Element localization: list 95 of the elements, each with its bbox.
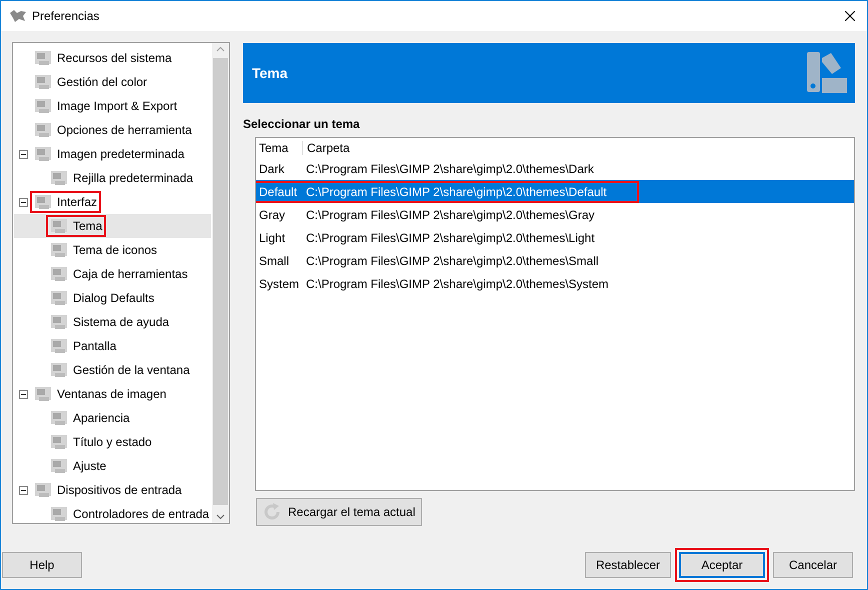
category-icon bbox=[33, 96, 53, 116]
item-label: Image Import & Export bbox=[57, 99, 178, 113]
table-cell-text: Light bbox=[259, 230, 286, 244]
item-label: Imagen predeterminada bbox=[57, 147, 184, 161]
category-icon bbox=[49, 408, 69, 428]
item-label: Pantalla bbox=[73, 339, 116, 353]
tree-row[interactable]: Recursos del sistema bbox=[14, 46, 211, 70]
section-label: Seleccionar un tema bbox=[243, 117, 361, 131]
item-label: Título y estado bbox=[73, 435, 152, 449]
category-icon bbox=[49, 168, 69, 188]
table-cell: C:\Program Files\GIMP 2\share\gimp\2.0\themes\Default bbox=[306, 184, 607, 198]
collapse-toggle[interactable] bbox=[19, 486, 28, 494]
table-cell-text: System bbox=[259, 276, 300, 290]
tree-row[interactable]: Controladores de entrada bbox=[14, 502, 211, 523]
dialog-button[interactable]: Restablecer bbox=[584, 552, 671, 578]
item-label: Tema de iconos bbox=[73, 243, 158, 257]
tree-row[interactable]: Dialog Defaults bbox=[14, 286, 211, 310]
item-label: Apariencia bbox=[73, 411, 130, 425]
tree-row[interactable]: Tema de iconos bbox=[14, 238, 211, 262]
reload-icon bbox=[262, 502, 282, 522]
category-icon bbox=[33, 144, 53, 164]
window-title: Preferencias bbox=[32, 9, 100, 23]
table-row[interactable]: Gray C:\Program Files\GIMP 2\share\gimp\2.0\themes\Gray bbox=[256, 203, 854, 226]
tree-row[interactable]: Sistema de ayuda bbox=[14, 310, 211, 334]
collapse-toggle[interactable] bbox=[19, 150, 28, 158]
table-cell: C:\Program Files\GIMP 2\share\gimp\2.0\themes\System bbox=[306, 276, 609, 290]
table-cell-text: Dark bbox=[259, 162, 286, 176]
category-icon bbox=[33, 384, 53, 404]
category-icon bbox=[49, 336, 69, 356]
dialog-button[interactable]: Aceptar bbox=[679, 552, 765, 578]
tree-row[interactable]: Imagen predeterminada bbox=[14, 142, 211, 166]
category-icon bbox=[49, 288, 69, 308]
collapse-toggle[interactable] bbox=[19, 390, 28, 398]
item-label: Dispositivos de entrada bbox=[57, 483, 182, 497]
category-icon bbox=[33, 72, 53, 92]
item-label: Interfaz bbox=[57, 195, 98, 209]
swatch-icon bbox=[805, 50, 849, 96]
category-icon bbox=[33, 192, 53, 212]
table-cell-text: Default bbox=[259, 184, 298, 198]
item-label: Ajuste bbox=[73, 459, 106, 473]
tree-row[interactable]: Opciones de herramienta bbox=[14, 118, 211, 142]
panel-title: Tema bbox=[252, 65, 288, 81]
item-label: Sistema de ayuda bbox=[73, 315, 170, 329]
tree-row[interactable]: Image Import & Export bbox=[14, 94, 211, 118]
tree-row[interactable]: Gestión del color bbox=[14, 70, 211, 94]
collapse-toggle[interactable] bbox=[19, 198, 28, 206]
category-icon bbox=[33, 48, 53, 68]
tree-row[interactable]: Gestión de la ventana bbox=[14, 358, 211, 382]
table-cell: C:\Program Files\GIMP 2\share\gimp\2.0\themes\Small bbox=[306, 254, 599, 268]
category-icon bbox=[49, 312, 69, 332]
table-cell: C:\Program Files\GIMP 2\share\gimp\2.0\themes\Gray bbox=[306, 208, 595, 222]
category-icon bbox=[33, 120, 53, 140]
category-icon bbox=[49, 240, 69, 260]
tree-row[interactable]: Apariencia bbox=[14, 406, 211, 430]
item-label: Tema bbox=[73, 219, 102, 233]
table-cell-text: Small bbox=[259, 254, 290, 268]
tree-row[interactable]: Rejilla predeterminada bbox=[14, 166, 211, 190]
tree-row[interactable]: Dispositivos de entrada bbox=[14, 478, 211, 502]
close-icon[interactable] bbox=[845, 11, 855, 21]
table-cell-text: Gray bbox=[259, 208, 286, 222]
item-label: Dialog Defaults bbox=[73, 291, 154, 305]
table-row[interactable]: Default C:\Program Files\GIMP 2\share\gimp\2.0\themes\Default bbox=[256, 180, 854, 203]
scrollbar[interactable] bbox=[212, 43, 229, 523]
table-row[interactable]: Small C:\Program Files\GIMP 2\share\gimp\2.0\themes\Small bbox=[256, 249, 854, 272]
item-label: Gestión de la ventana bbox=[73, 363, 190, 377]
table-row[interactable]: Dark C:\Program Files\GIMP 2\share\gimp\2.0\themes\Dark bbox=[256, 157, 854, 180]
category-icon bbox=[49, 432, 69, 452]
reload-button[interactable]: Recargar el tema actual bbox=[256, 498, 422, 526]
item-label: Gestión del color bbox=[57, 75, 148, 89]
item-label: Recursos del sistema bbox=[57, 51, 172, 65]
category-icon bbox=[33, 480, 53, 500]
tree-row[interactable]: Ajuste bbox=[14, 454, 211, 478]
column-header[interactable]: Carpeta bbox=[303, 140, 350, 154]
tree-row[interactable]: Ventanas de imagen bbox=[14, 382, 211, 406]
item-label: Caja de herramientas bbox=[73, 267, 188, 281]
column-header[interactable]: Tema bbox=[259, 140, 303, 154]
item-label: Ventanas de imagen bbox=[57, 387, 166, 401]
category-icon bbox=[49, 216, 69, 236]
dialog-button[interactable]: Help bbox=[2, 552, 82, 578]
app-icon bbox=[9, 9, 27, 23]
table-cell: C:\Program Files\GIMP 2\share\gimp\2.0\themes\Dark bbox=[306, 162, 594, 176]
tree-row[interactable]: Tema bbox=[14, 214, 211, 238]
category-icon bbox=[49, 360, 69, 380]
tree-row[interactable]: Pantalla bbox=[14, 334, 211, 358]
tree-row[interactable]: Caja de herramientas bbox=[14, 262, 211, 286]
category-icon bbox=[49, 264, 69, 284]
table-cell: C:\Program Files\GIMP 2\share\gimp\2.0\themes\Light bbox=[306, 230, 595, 244]
dialog-button[interactable]: Cancelar bbox=[773, 552, 853, 578]
item-label: Controladores de entrada bbox=[73, 507, 210, 521]
item-label: Opciones de herramienta bbox=[57, 123, 192, 137]
category-icon bbox=[49, 456, 69, 476]
item-label: Rejilla predeterminada bbox=[73, 171, 194, 185]
tree-row[interactable]: Título y estado bbox=[14, 430, 211, 454]
table-row[interactable]: Light C:\Program Files\GIMP 2\share\gimp\2.0\themes\Light bbox=[256, 226, 854, 249]
table-row[interactable]: System C:\Program Files\GIMP 2\share\gimp\2.0\themes\System bbox=[256, 272, 854, 295]
